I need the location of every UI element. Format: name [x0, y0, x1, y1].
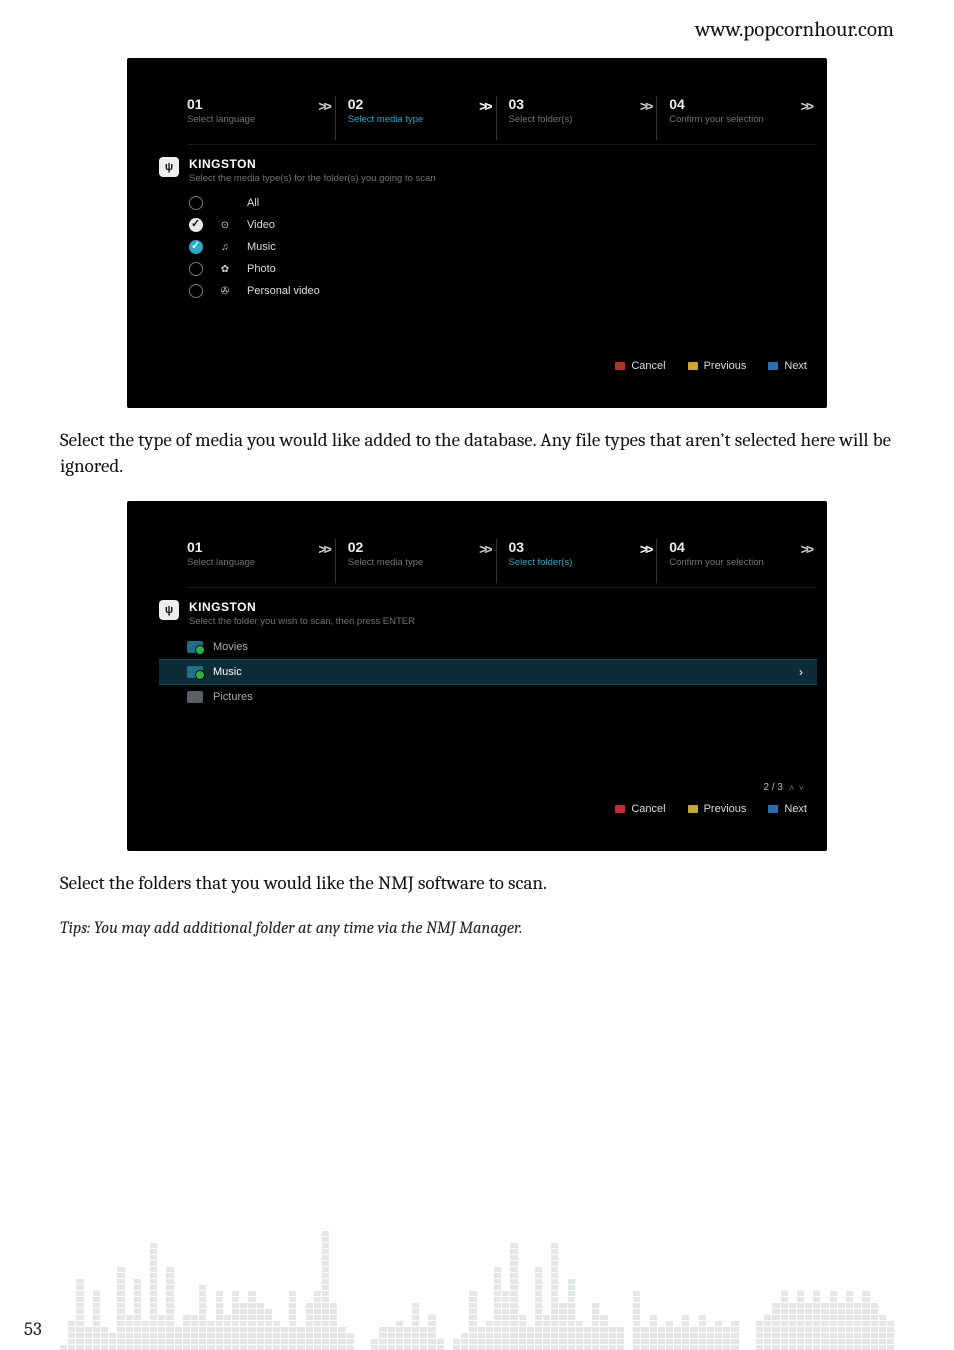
chevron-right-icon: >>	[318, 98, 328, 114]
body-paragraph-2: Select the folders that you would like t…	[60, 871, 894, 897]
device-subtitle: Select the folder you wish to scan, then…	[189, 616, 415, 627]
step-03[interactable]: 03 Select folder(s) >>	[496, 539, 657, 583]
folder-row-movies[interactable]: Movies	[159, 635, 817, 659]
up-down-icon: ˄ ˅	[789, 783, 805, 793]
option-label: Music	[247, 241, 276, 253]
radio-checked-icon	[189, 218, 203, 232]
body-paragraph-1: Select the type of media you would like …	[60, 428, 894, 479]
chevron-right-icon: >>	[801, 98, 811, 114]
folder-label: Music	[213, 666, 242, 678]
folder-checked-icon	[187, 641, 203, 653]
wizard-footer: Cancel Previous Next	[615, 803, 807, 815]
music-icon: ♫	[219, 242, 231, 253]
option-all[interactable]: All	[189, 192, 817, 214]
radio-checked-icon	[189, 240, 203, 254]
option-video[interactable]: ⊙ Video	[189, 214, 817, 236]
chevron-right-icon: >>	[640, 541, 650, 557]
photo-icon: ✿	[219, 264, 231, 275]
folder-label: Movies	[213, 641, 248, 653]
cancel-button[interactable]: Cancel	[615, 360, 665, 372]
chevron-right-icon: >>	[318, 541, 328, 557]
video-icon: ⊙	[219, 220, 231, 231]
previous-button[interactable]: Previous	[688, 803, 747, 815]
folder-label: Pictures	[213, 691, 253, 703]
blue-square-icon	[768, 362, 778, 370]
device-name: KINGSTON	[189, 600, 415, 614]
media-type-options: All ⊙ Video ♫ Music ✿ P	[189, 192, 817, 302]
option-label: Photo	[247, 263, 276, 275]
selection-counter: 2 / 3˄ ˅	[764, 782, 805, 793]
usb-icon: ψ	[159, 157, 179, 177]
device-name: KINGSTON	[189, 157, 436, 171]
radio-unchecked-icon	[189, 284, 203, 298]
step-01[interactable]: 01 Select language >>	[187, 96, 335, 140]
body-tips: Tips: You may add additional folder at a…	[60, 919, 894, 938]
folder-row-pictures[interactable]: Pictures	[159, 685, 817, 709]
option-personal-video[interactable]: ✇ Personal video	[189, 280, 817, 302]
next-button[interactable]: Next	[768, 803, 807, 815]
chevron-right-icon: >>	[801, 541, 811, 557]
page-url: www.popcornhour.com	[60, 18, 894, 42]
previous-button[interactable]: Previous	[688, 360, 747, 372]
step-01[interactable]: 01 Select language >>	[187, 539, 335, 583]
wizard-footer: Cancel Previous Next	[615, 360, 807, 372]
next-button[interactable]: Next	[768, 360, 807, 372]
radio-unchecked-icon	[189, 196, 203, 210]
option-label: Personal video	[247, 285, 320, 297]
red-square-icon	[615, 805, 625, 813]
page-number: 53	[24, 1318, 42, 1340]
wizard-steps: 01 Select language >> 02 Select media ty…	[187, 539, 817, 583]
red-square-icon	[615, 362, 625, 370]
folder-icon	[187, 691, 203, 703]
folder-checked-icon	[187, 666, 203, 678]
option-music[interactable]: ♫ Music	[189, 236, 817, 258]
step-02[interactable]: 02 Select media type >>	[335, 539, 496, 583]
folder-list: Movies Music › Pictures	[159, 635, 817, 709]
device-subtitle: Select the media type(s) for the folder(…	[189, 173, 436, 184]
chevron-right-icon: >>	[479, 98, 489, 114]
cancel-button[interactable]: Cancel	[615, 803, 665, 815]
option-label: Video	[247, 219, 275, 231]
step-03[interactable]: 03 Select folder(s) >>	[496, 96, 657, 140]
screenshot-select-folders: 01 Select language >> 02 Select media ty…	[127, 501, 827, 851]
personal-video-icon: ✇	[219, 286, 231, 297]
yellow-square-icon	[688, 362, 698, 370]
wizard-steps: 01 Select language >> 02 Select media ty…	[187, 96, 817, 140]
step-02[interactable]: 02 Select media type >>	[335, 96, 496, 140]
chevron-right-icon: >>	[640, 98, 650, 114]
usb-icon: ψ	[159, 600, 179, 620]
blue-square-icon	[768, 805, 778, 813]
option-label: All	[247, 197, 259, 209]
radio-unchecked-icon	[189, 262, 203, 276]
step-04[interactable]: 04 Confirm your selection >>	[656, 96, 817, 140]
option-photo[interactable]: ✿ Photo	[189, 258, 817, 280]
chevron-right-icon: ›	[799, 665, 803, 679]
folder-row-music[interactable]: Music ›	[159, 659, 817, 685]
screenshot-media-type: 01 Select language >> 02 Select media ty…	[127, 58, 827, 408]
yellow-square-icon	[688, 805, 698, 813]
chevron-right-icon: >>	[479, 541, 489, 557]
step-04[interactable]: 04 Confirm your selection >>	[656, 539, 817, 583]
footer-equalizer	[0, 1182, 954, 1350]
